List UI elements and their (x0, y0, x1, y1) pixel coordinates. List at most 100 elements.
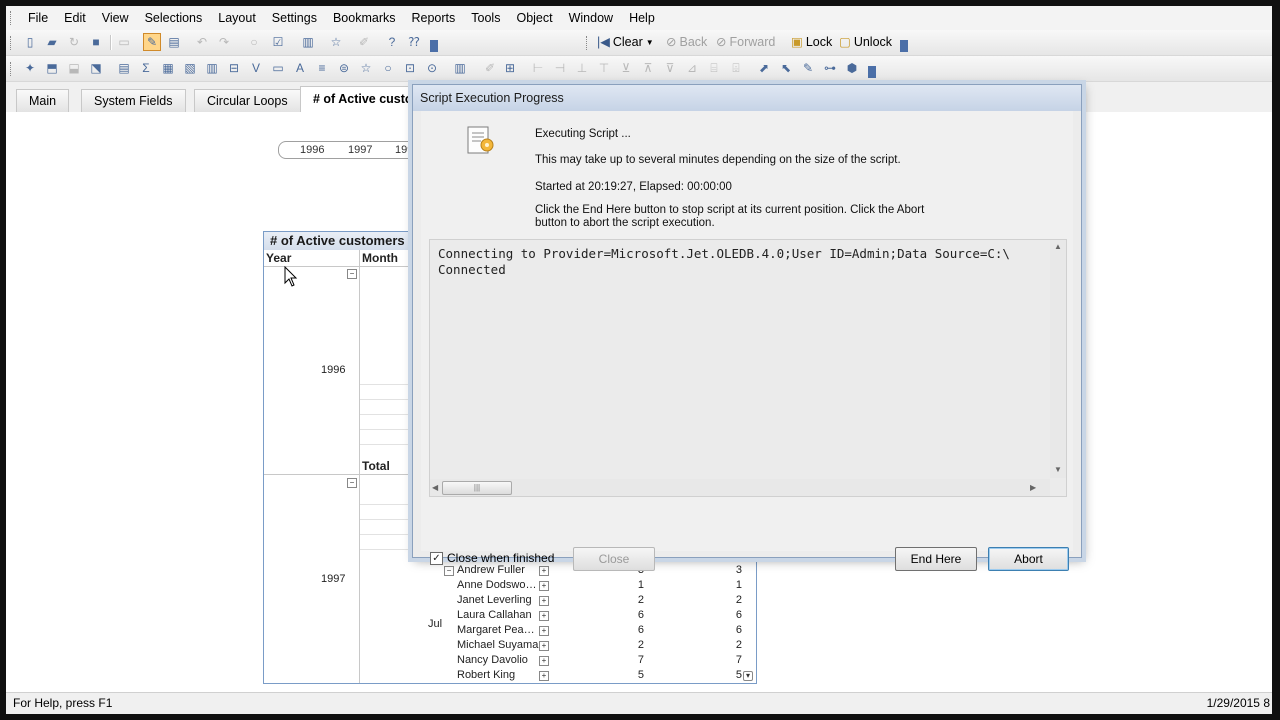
search-object-icon[interactable]: ○ (380, 60, 396, 76)
star-icon[interactable]: ☆ (328, 34, 344, 50)
expand-icon[interactable]: + (539, 626, 549, 636)
print-icon[interactable]: ▭ (116, 34, 132, 50)
doc-props-icon[interactable]: ⬔ (88, 60, 104, 76)
tab-circular-loops[interactable]: Circular Loops (194, 89, 301, 112)
undo-icon[interactable]: ↶ (194, 34, 210, 50)
toolbar-overflow[interactable] (900, 40, 908, 52)
align-center-icon[interactable]: ⊣ (552, 60, 568, 76)
copy-format-icon[interactable]: ⬉ (778, 60, 794, 76)
toolbar-grip[interactable] (10, 36, 14, 50)
edit-script-icon[interactable]: ✎ (143, 33, 161, 51)
column-header-year[interactable]: Year (266, 250, 291, 266)
menu-edit[interactable]: Edit (56, 6, 94, 30)
pencil-icon[interactable]: ✐ (356, 34, 372, 50)
close-button[interactable]: Close (573, 547, 655, 571)
lock-button[interactable]: ▣ Lock (788, 33, 835, 52)
menu-object[interactable]: Object (508, 6, 560, 30)
distribute-icon[interactable]: ⊻ (618, 60, 634, 76)
menu-reports[interactable]: Reports (404, 6, 464, 30)
brush-icon[interactable]: ✐ (482, 60, 498, 76)
script-log[interactable]: Connecting to Provider=Microsoft.Jet.OLE… (429, 239, 1067, 497)
bookmark-icon[interactable]: ☆ (358, 60, 374, 76)
menu-layout[interactable]: Layout (210, 6, 264, 30)
listbox-icon[interactable]: ▤ (116, 60, 132, 76)
scroll-left-icon[interactable]: ◀ (432, 483, 438, 492)
align-left-icon[interactable]: ⊢ (530, 60, 546, 76)
menu-selections[interactable]: Selections (137, 6, 211, 30)
tab-system-fields[interactable]: System Fields (81, 89, 186, 112)
back-button[interactable]: ⊘ Back (663, 33, 710, 52)
slider-icon[interactable]: ⊜ (336, 60, 352, 76)
column-header-month[interactable]: Month (362, 250, 398, 266)
same-height-icon[interactable]: ⊿ (684, 60, 700, 76)
context-help-icon[interactable]: ⁇ (406, 34, 422, 50)
menu-file[interactable]: File (20, 6, 56, 30)
list-icon[interactable]: ≡ (314, 60, 330, 76)
multi-box-icon[interactable]: ▧ (182, 60, 198, 76)
expand-icon[interactable]: + (539, 656, 549, 666)
close-when-finished-option[interactable]: ✓ Close when finished (430, 551, 554, 565)
chart-wizard-icon[interactable]: ▥ (452, 60, 468, 76)
table-box-icon[interactable]: ▦ (160, 60, 176, 76)
save-icon[interactable]: ■ (88, 34, 104, 50)
listbox-item[interactable]: 1996 (300, 142, 324, 158)
same-width-icon[interactable]: ⊽ (662, 60, 678, 76)
custom-object-icon[interactable]: ⊙ (424, 60, 440, 76)
collapse-icon[interactable]: − (347, 478, 357, 488)
menu-view[interactable]: View (94, 6, 137, 30)
dialog-title-bar[interactable]: Script Execution Progress (413, 85, 1081, 111)
menu-bookmarks[interactable]: Bookmarks (325, 6, 404, 30)
end-here-button[interactable]: End Here (895, 547, 977, 571)
toolbar-overflow[interactable] (868, 66, 876, 78)
vertical-scrollbar[interactable]: ▲ ▼ (1050, 240, 1066, 478)
redo-icon[interactable]: ↷ (216, 34, 232, 50)
grid-icon[interactable]: ⊞ (502, 60, 518, 76)
same-size-icon[interactable]: ⌸ (706, 60, 722, 76)
spread-icon[interactable]: ⌹ (728, 60, 744, 76)
bar-chart-icon[interactable]: ▥ (204, 60, 220, 76)
menu-settings[interactable]: Settings (264, 6, 325, 30)
scroll-thumb[interactable]: ||| (442, 481, 512, 495)
new-sheet-icon[interactable]: ✦ (22, 60, 38, 76)
menu-help[interactable]: Help (621, 6, 663, 30)
new-icon[interactable]: ▯ (22, 34, 38, 50)
button-icon[interactable]: ▭ (270, 60, 286, 76)
align-right-icon[interactable]: ⊥ (574, 60, 590, 76)
chart-icon[interactable]: ▥ (300, 34, 316, 50)
expand-icon[interactable]: + (539, 566, 549, 576)
open-icon[interactable]: ▰ (44, 34, 60, 50)
close-when-finished-checkbox[interactable]: ✓ (430, 551, 443, 565)
expand-icon[interactable]: + (539, 596, 549, 606)
toolbar-grip[interactable] (586, 36, 590, 50)
menu-window[interactable]: Window (561, 6, 621, 30)
collapse-icon[interactable]: − (444, 566, 454, 576)
align-top-icon[interactable]: ⊤ (596, 60, 612, 76)
text-object-icon[interactable]: A (292, 60, 308, 76)
reload-icon[interactable]: ↻ (66, 34, 82, 50)
edit-module-icon[interactable]: ✎ (800, 60, 816, 76)
distribute-v-icon[interactable]: ⊼ (640, 60, 656, 76)
clear-button[interactable]: |◀ Clear ▼ (594, 33, 657, 52)
menu-grip[interactable] (10, 11, 14, 25)
toolbar-grip[interactable] (10, 62, 14, 76)
debug-icon[interactable]: ⬢ (844, 60, 860, 76)
expand-icon[interactable]: + (539, 611, 549, 621)
listbox-item[interactable]: 1997 (348, 142, 372, 158)
forward-button[interactable]: ⊘ Forward (713, 33, 778, 52)
help-icon[interactable]: ? (384, 34, 400, 50)
tab-main[interactable]: Main (16, 89, 70, 112)
scroll-down-icon[interactable]: ▼ (1054, 465, 1062, 474)
horizontal-scrollbar[interactable]: ◀ ||| ▶ (430, 479, 1050, 496)
statistics-icon[interactable]: Σ (138, 60, 154, 76)
check-icon[interactable]: ☑ (270, 34, 286, 50)
container-icon[interactable]: ⊡ (402, 60, 418, 76)
menu-tools[interactable]: Tools (463, 6, 508, 30)
reload-data-icon[interactable]: ▤ (166, 34, 182, 50)
export-icon[interactable]: ⬈ (756, 60, 772, 76)
toolbar-overflow[interactable] (430, 40, 438, 52)
expand-icon[interactable]: + (539, 671, 549, 681)
scroll-right-icon[interactable]: ▶ (1030, 483, 1036, 492)
scroll-down-icon[interactable]: ▾ (743, 671, 753, 681)
check-box-icon[interactable]: V (248, 60, 264, 76)
table-viewer-icon[interactable]: ⊶ (822, 60, 838, 76)
